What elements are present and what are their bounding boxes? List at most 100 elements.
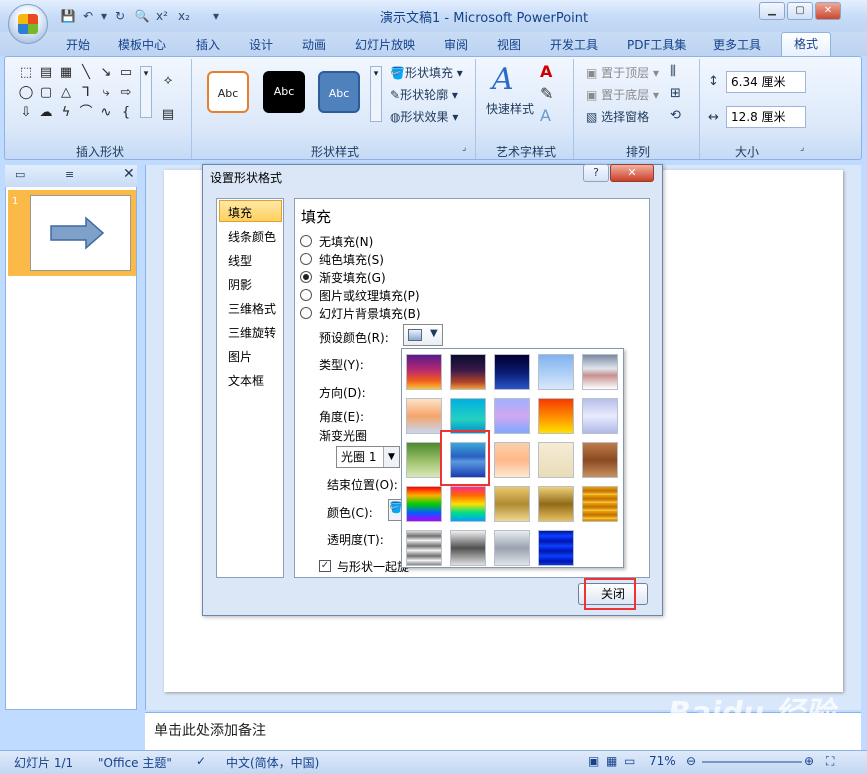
zoom-out-icon[interactable]: ⊖: [686, 754, 696, 768]
rounded-rect-shape-icon[interactable]: ▢: [38, 86, 54, 100]
gradient-swatch-ocean[interactable]: [450, 398, 486, 434]
elbow-connector-shape-icon[interactable]: ⅂: [78, 86, 94, 100]
gradient-swatch-calm-water[interactable]: [494, 398, 530, 434]
width-input[interactable]: 12.8 厘米: [726, 106, 806, 128]
text-fill-icon[interactable]: A: [540, 62, 552, 81]
style-sample-blue[interactable]: Abc: [318, 71, 360, 113]
brace-shape-icon[interactable]: {: [118, 106, 134, 120]
gradient-swatch-early-sunset[interactable]: [406, 354, 442, 390]
tab-home[interactable]: 开始: [66, 36, 90, 53]
height-input[interactable]: 6.34 厘米: [726, 71, 806, 93]
tab-review[interactable]: 审阅: [444, 36, 468, 53]
gradient-swatch-horizon[interactable]: [582, 354, 618, 390]
shape-outline-button[interactable]: ✎形状轮廓 ▾: [390, 86, 458, 103]
rotate-with-shape-checkbox[interactable]: ✓: [319, 560, 331, 572]
radio-picture-fill[interactable]: [300, 289, 312, 301]
maximize-button[interactable]: ▢: [787, 2, 813, 20]
freeform-shape-icon[interactable]: ∿: [98, 106, 114, 120]
gradient-swatch-wheat[interactable]: [494, 442, 530, 478]
radio-no-fill[interactable]: [300, 235, 312, 247]
nav-line-color[interactable]: 线条颜色: [228, 228, 276, 245]
gradient-swatch-rainbow-ii[interactable]: [450, 486, 486, 522]
nav-3d-rotation[interactable]: 三维旋转: [228, 324, 276, 341]
bring-front-button[interactable]: ▣ 置于顶层 ▾: [586, 64, 659, 81]
elbow-arrow-shape-icon[interactable]: ⤷: [98, 86, 114, 100]
spell-check-icon[interactable]: ✓: [196, 754, 206, 768]
office-button[interactable]: [8, 4, 48, 44]
gradient-swatch-brass[interactable]: [582, 486, 618, 522]
down-arrow-shape-icon[interactable]: ⇩: [18, 106, 34, 120]
right-arrow-shape-icon[interactable]: ⇨: [118, 86, 134, 100]
tab-templates[interactable]: 模板中心: [118, 36, 166, 53]
gradient-swatch-desert[interactable]: [406, 398, 442, 434]
send-back-button[interactable]: ▣ 置于底层 ▾: [586, 86, 659, 103]
undo-icon[interactable]: ↶: [80, 8, 96, 24]
slide-thumbnail[interactable]: [30, 195, 131, 271]
radio-solid-fill[interactable]: [300, 253, 312, 265]
zoom-level[interactable]: 71%: [649, 754, 676, 768]
shape-fill-button[interactable]: 🪣形状填充 ▾: [390, 64, 463, 81]
close-window-button[interactable]: ✕: [815, 2, 841, 20]
triangle-shape-icon[interactable]: △: [58, 86, 74, 100]
slideshow-view-icon[interactable]: ▭: [624, 754, 635, 768]
print-preview-icon[interactable]: 🔍: [134, 8, 150, 24]
save-icon[interactable]: 💾: [60, 8, 76, 24]
nav-line-style[interactable]: 线型: [228, 252, 252, 269]
tab-pdf-tools[interactable]: PDF工具集: [627, 36, 686, 53]
gradient-swatch-daybreak[interactable]: [538, 354, 574, 390]
edit-shape-icon[interactable]: ⟡: [160, 74, 176, 88]
tab-animation[interactable]: 动画: [302, 36, 326, 53]
curve-shape-icon[interactable]: ⌒: [78, 106, 94, 120]
minimize-button[interactable]: ▁: [759, 2, 785, 20]
close-pane-icon[interactable]: ✕: [123, 166, 135, 182]
notes-placeholder[interactable]: 单击此处添加备注: [154, 720, 266, 740]
gradient-swatch-nightfall[interactable]: [494, 354, 530, 390]
size-dialog-launcher-icon[interactable]: ⌟: [800, 143, 804, 153]
text-effects-icon[interactable]: A: [540, 106, 551, 125]
zoom-in-icon[interactable]: ⊕: [804, 754, 814, 768]
gradient-swatch-gold[interactable]: [494, 486, 530, 522]
group-icon[interactable]: ⊞: [670, 86, 681, 101]
sorter-view-icon[interactable]: ▦: [606, 754, 617, 768]
gradient-swatch-gold-ii[interactable]: [538, 486, 574, 522]
gradient-swatch-fog[interactable]: [582, 398, 618, 434]
text-outline-icon[interactable]: ✎: [540, 84, 553, 103]
textbox-insert-icon[interactable]: ▤: [160, 108, 176, 122]
nav-3d-format[interactable]: 三维格式: [228, 300, 276, 317]
gradient-swatch-sapphire[interactable]: [538, 530, 574, 566]
zoom-slider[interactable]: [702, 761, 802, 763]
customize-qat-icon[interactable]: ▾: [208, 8, 224, 24]
tab-developer[interactable]: 开发工具: [550, 36, 598, 53]
dialog-help-button[interactable]: ?: [583, 164, 609, 182]
gradient-swatch-silver[interactable]: [494, 530, 530, 566]
tab-slideshow[interactable]: 幻灯片放映: [355, 36, 415, 53]
tab-more-tools[interactable]: 更多工具: [713, 36, 761, 53]
quick-styles-icon[interactable]: A: [492, 62, 514, 97]
nav-picture[interactable]: 图片: [228, 348, 252, 365]
dialog-launcher-icon[interactable]: ⌟: [462, 143, 466, 153]
style-sample-black[interactable]: Abc: [263, 71, 305, 113]
nav-shadow[interactable]: 阴影: [228, 276, 252, 293]
radio-gradient-fill[interactable]: [300, 271, 312, 283]
tab-insert[interactable]: 插入: [196, 36, 220, 53]
preset-colors-dropdown[interactable]: ▼: [403, 324, 443, 346]
gradient-swatch-rainbow[interactable]: [406, 486, 442, 522]
tab-format[interactable]: 格式: [781, 32, 831, 57]
superscript-icon[interactable]: x²: [154, 8, 170, 24]
gradient-swatch-chrome-ii[interactable]: [450, 530, 486, 566]
nav-textbox[interactable]: 文本框: [228, 372, 264, 389]
line-shape-icon[interactable]: ╲: [78, 66, 94, 80]
radio-background-fill[interactable]: [300, 307, 312, 319]
gradient-stop-select[interactable]: 光圈 1 ▼: [336, 446, 400, 468]
rectangle-shape-icon[interactable]: ▭: [118, 66, 134, 80]
undo-dropdown-icon[interactable]: ▾: [96, 8, 112, 24]
gradient-swatch-mahogany[interactable]: [582, 442, 618, 478]
gradient-swatch-fire[interactable]: [538, 398, 574, 434]
slides-tab-icon[interactable]: ▭: [15, 168, 25, 181]
selection-pane-button[interactable]: ▧ 选择窗格: [586, 108, 649, 125]
style-sample-outline[interactable]: Abc: [207, 71, 249, 113]
tab-view[interactable]: 视图: [497, 36, 521, 53]
tab-design[interactable]: 设计: [249, 36, 273, 53]
arrow-line-shape-icon[interactable]: ↘: [98, 66, 114, 80]
gradient-swatch-chrome[interactable]: [406, 530, 442, 566]
